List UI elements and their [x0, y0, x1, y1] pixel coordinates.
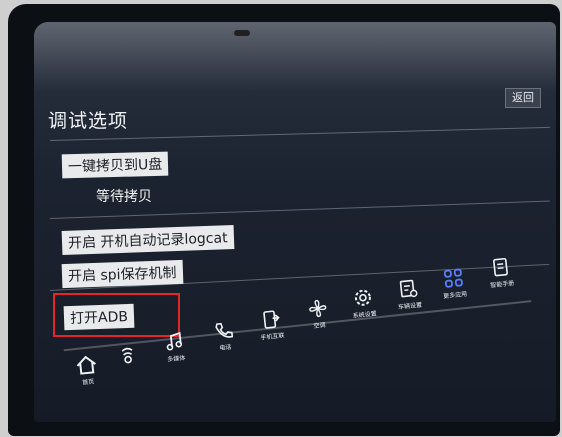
back-button[interactable]: 返回	[505, 88, 541, 108]
car-settings-icon	[399, 279, 418, 298]
nav-phone-link[interactable]: 手机互联	[247, 307, 296, 343]
nav-label: 空调	[313, 321, 326, 331]
page-title: 调试选项	[48, 110, 129, 132]
copy-to-usb-button[interactable]: 一键拷贝到U盘	[61, 151, 169, 179]
nav-label: 首页	[81, 378, 95, 387]
nav-label	[106, 364, 152, 369]
nav-mirror[interactable]	[104, 344, 152, 369]
music-icon	[166, 331, 183, 351]
nav-climate[interactable]: 空调	[294, 296, 343, 332]
nav-phone[interactable]: 电话	[200, 318, 249, 354]
screen-glare	[34, 22, 556, 92]
nav-manual[interactable]: 智能手册	[477, 255, 526, 291]
fan-icon	[309, 299, 327, 318]
copy-status-text: 等待拷贝	[96, 189, 152, 205]
nav-more-apps[interactable]: 更多应用	[429, 266, 478, 302]
nav-label: 手机互联	[260, 332, 285, 342]
nav-vehicle-settings[interactable]: 车辆设置	[384, 277, 433, 313]
camera-notch	[234, 30, 250, 36]
phone-icon	[215, 322, 234, 338]
phone-link-icon	[263, 310, 280, 329]
home-icon	[76, 355, 96, 375]
gear-icon	[354, 289, 371, 306]
nav-label: 更多应用	[442, 290, 468, 301]
nav-system-settings[interactable]: 系统设置	[339, 285, 388, 321]
phone-mirror-icon	[121, 347, 133, 364]
nav-label: 电话	[219, 343, 232, 352]
apps-icon	[443, 268, 463, 288]
manual-icon	[493, 257, 508, 277]
nav-label: 多媒体	[166, 354, 186, 364]
nav-label: 智能手册	[489, 279, 515, 290]
nav-media[interactable]: 多媒体	[151, 329, 200, 365]
